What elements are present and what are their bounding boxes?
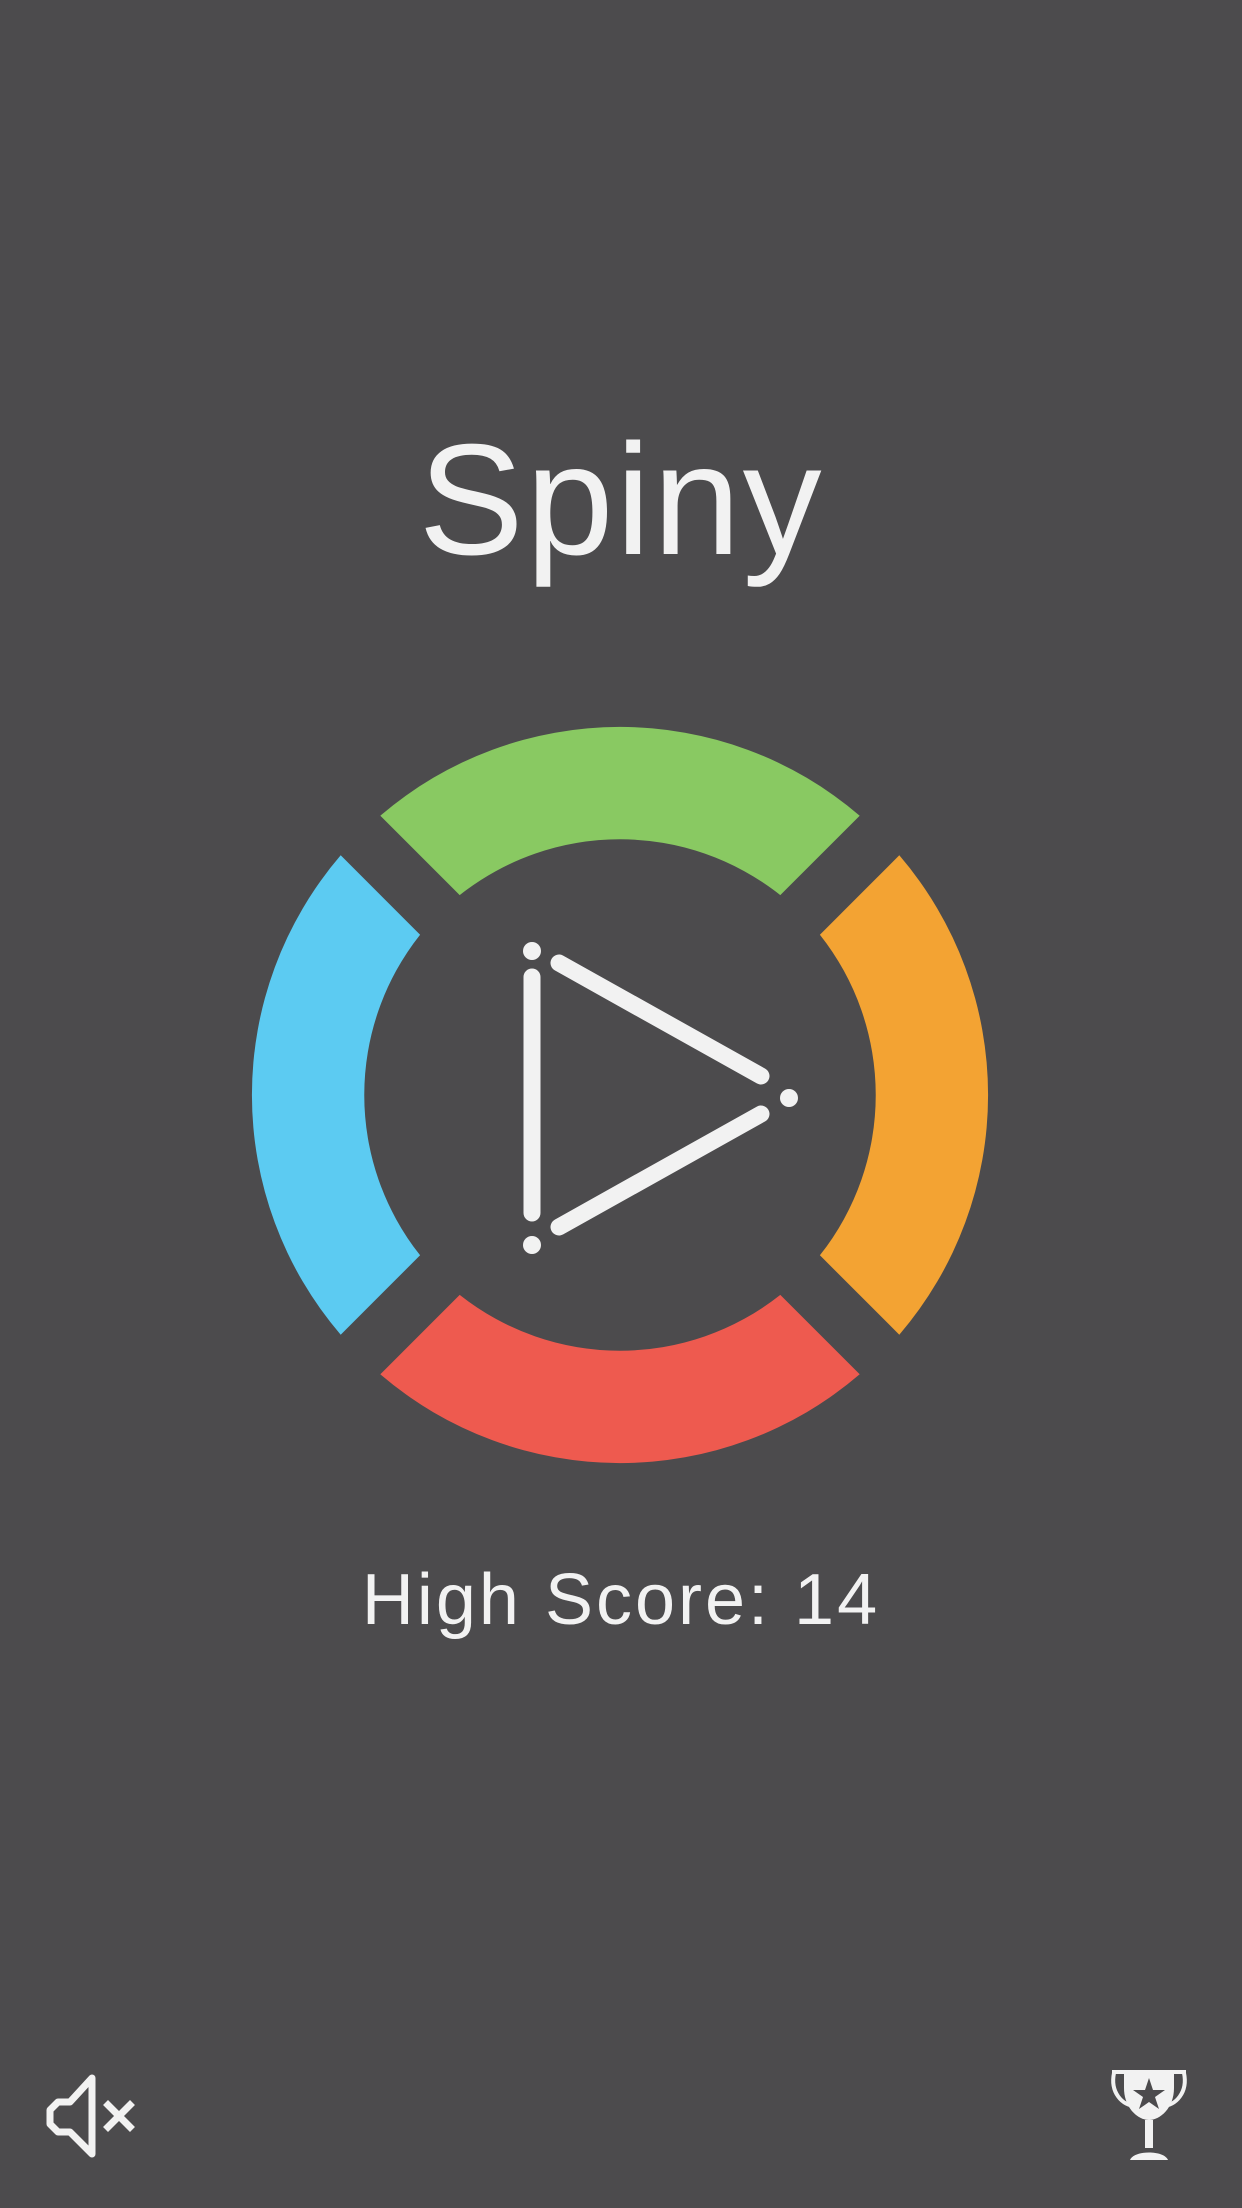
wheel-segment-right[interactable] <box>819 855 989 1335</box>
menu-screen: Spiny High Score: 14 <box>0 0 1242 2208</box>
color-wheel[interactable] <box>240 715 1000 1475</box>
game-title: Spiny <box>418 412 824 588</box>
high-score-label: High Score: 14 <box>361 1560 881 1640</box>
trophy-icon <box>1111 2070 1187 2160</box>
leaderboard-button[interactable] <box>1094 2062 1204 2172</box>
wheel-segment-left[interactable] <box>251 855 421 1335</box>
play-icon[interactable] <box>523 942 798 1254</box>
sound-toggle-button[interactable] <box>40 2062 150 2172</box>
wheel-segment-bottom[interactable] <box>380 1294 860 1464</box>
wheel-segment-top[interactable] <box>380 726 860 896</box>
sound-muted-icon <box>46 2074 135 2158</box>
